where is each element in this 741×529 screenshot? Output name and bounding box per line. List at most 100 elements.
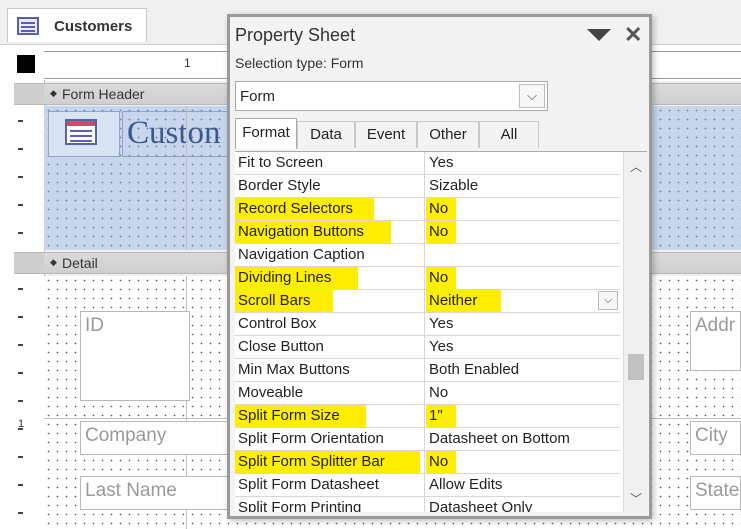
ruler-tick bbox=[18, 316, 23, 318]
property-row[interactable]: Split Form Size 1" bbox=[235, 405, 620, 428]
section-selector-detail[interactable] bbox=[14, 252, 44, 274]
property-row[interactable]: Close Button Yes bbox=[235, 336, 620, 359]
last-name-label[interactable]: Last Name bbox=[80, 476, 230, 510]
company-label[interactable]: Company bbox=[80, 421, 230, 455]
ruler-tick bbox=[18, 344, 23, 346]
property-value[interactable] bbox=[426, 244, 620, 266]
ruler-tick bbox=[18, 288, 23, 290]
property-row[interactable]: Border Style Sizable bbox=[235, 175, 620, 198]
property-name: Fit to Screen bbox=[235, 152, 425, 174]
property-row[interactable]: Dividing Lines No bbox=[235, 267, 620, 290]
property-name: Navigation Caption bbox=[235, 244, 425, 266]
tab-data[interactable]: Data bbox=[297, 121, 355, 148]
tab-other[interactable]: Other bbox=[417, 121, 479, 148]
property-row[interactable]: Moveable No bbox=[235, 382, 620, 405]
document-tab-label: Customers bbox=[54, 18, 133, 35]
property-name: Min Max Buttons bbox=[235, 359, 425, 381]
property-value[interactable]: Neither bbox=[426, 290, 620, 312]
document-tab-customers[interactable]: Customers bbox=[7, 8, 147, 42]
property-row[interactable]: Split Form Splitter Bar No bbox=[235, 451, 620, 474]
property-tabs: Format Data Event Other All bbox=[235, 118, 548, 149]
selection-combobox-value: Form bbox=[240, 88, 275, 105]
scroll-up-icon[interactable]: ︿ bbox=[630, 158, 642, 175]
property-name: Split Form Splitter Bar bbox=[235, 451, 425, 473]
section-arrow-icon: ◆ bbox=[50, 257, 57, 267]
property-value[interactable]: Allow Edits bbox=[426, 474, 620, 496]
property-sheet-pane: Property Sheet ✕ Selection type: Form Fo… bbox=[227, 14, 652, 519]
property-value[interactable]: No bbox=[426, 198, 620, 220]
ruler-tick bbox=[18, 148, 23, 150]
property-value[interactable]: Both Enabled bbox=[426, 359, 620, 381]
selection-combobox[interactable]: Form ⌵ bbox=[235, 81, 548, 111]
property-value[interactable]: No bbox=[426, 267, 620, 289]
property-row[interactable]: Navigation Caption bbox=[235, 244, 620, 267]
form-design-window: Customers 1 1 ◆ Form Header Custon ◆ Det… bbox=[0, 0, 741, 529]
property-value[interactable]: 1" bbox=[426, 405, 620, 427]
property-value[interactable]: Sizable bbox=[426, 175, 620, 197]
property-value[interactable]: Yes bbox=[426, 336, 620, 358]
property-sheet-title: Property Sheet bbox=[235, 25, 356, 45]
ruler-tick bbox=[18, 484, 23, 486]
property-value[interactable]: Datasheet on Bottom bbox=[426, 428, 620, 450]
property-name: Split Form Orientation bbox=[235, 428, 425, 450]
close-icon[interactable]: ✕ bbox=[624, 22, 642, 48]
property-value[interactable]: Yes bbox=[426, 152, 620, 174]
property-name: Moveable bbox=[235, 382, 425, 404]
address-label[interactable]: Addr bbox=[690, 311, 741, 371]
scrollbar-thumb[interactable] bbox=[628, 354, 644, 380]
property-row[interactable]: Record Selectors No bbox=[235, 198, 620, 221]
tab-event[interactable]: Event bbox=[355, 121, 417, 148]
section-arrow-icon: ◆ bbox=[50, 88, 57, 98]
detail-label: Detail bbox=[62, 255, 98, 271]
state-label[interactable]: State bbox=[690, 476, 741, 510]
city-label[interactable]: City bbox=[690, 421, 741, 455]
grid-line bbox=[186, 106, 187, 250]
ruler-tick bbox=[18, 204, 23, 206]
property-row[interactable]: Min Max Buttons Both Enabled bbox=[235, 359, 620, 382]
property-name: Control Box bbox=[235, 313, 425, 335]
property-value[interactable]: No bbox=[426, 451, 620, 473]
property-value[interactable]: Yes bbox=[426, 313, 620, 335]
header-logo-control[interactable] bbox=[48, 111, 120, 157]
ruler-tick bbox=[18, 372, 23, 374]
property-value[interactable]: No bbox=[426, 382, 620, 404]
form-header-label: Form Header bbox=[62, 86, 145, 102]
ruler-tick bbox=[18, 120, 23, 122]
form-icon bbox=[17, 17, 39, 35]
ruler-tick bbox=[18, 232, 23, 234]
property-row[interactable]: Control Box Yes bbox=[235, 313, 620, 336]
form-icon bbox=[65, 119, 97, 145]
ruler-number: 1 bbox=[184, 56, 191, 70]
ruler-tick bbox=[18, 456, 23, 458]
tab-format[interactable]: Format bbox=[235, 118, 297, 149]
property-name: Dividing Lines bbox=[235, 267, 425, 289]
property-name: Border Style bbox=[235, 175, 425, 197]
property-name: Navigation Buttons bbox=[235, 221, 425, 243]
ruler-tick bbox=[18, 400, 23, 402]
property-row[interactable]: Split Form Datasheet Allow Edits bbox=[235, 474, 620, 497]
ruler-tick bbox=[18, 512, 23, 514]
property-value[interactable]: No bbox=[426, 221, 620, 243]
property-value[interactable]: Datasheet Only bbox=[426, 497, 620, 512]
chevron-down-icon[interactable]: ⌵ bbox=[519, 84, 545, 108]
pane-menu-icon[interactable] bbox=[587, 29, 611, 41]
property-row[interactable]: Split Form Orientation Datasheet on Botto… bbox=[235, 428, 620, 451]
ruler-tick bbox=[18, 428, 23, 430]
property-row[interactable]: Navigation Buttons No bbox=[235, 221, 620, 244]
tab-all[interactable]: All bbox=[479, 121, 539, 148]
selection-type-label: Selection type: Form bbox=[235, 55, 364, 71]
vertical-ruler[interactable]: 1 bbox=[0, 80, 45, 529]
property-name: Split Form Size bbox=[235, 405, 425, 427]
scroll-down-icon[interactable]: ﹀ bbox=[630, 490, 642, 507]
property-row[interactable]: Fit to Screen Yes bbox=[235, 152, 620, 175]
property-name: Close Button bbox=[235, 336, 425, 358]
property-row[interactable]: Scroll Bars Neither ⌵ bbox=[235, 290, 620, 313]
header-title: Custon bbox=[127, 115, 221, 151]
property-grid-scrollbar[interactable]: ︿ ﹀ bbox=[623, 152, 647, 512]
id-label[interactable]: ID bbox=[80, 311, 190, 401]
section-selector-header[interactable] bbox=[14, 83, 44, 105]
form-selector[interactable] bbox=[17, 55, 35, 73]
property-row[interactable]: Split Form Printing Datasheet Only bbox=[235, 497, 620, 512]
chevron-down-icon[interactable]: ⌵ bbox=[598, 291, 618, 310]
ruler-tick bbox=[18, 176, 23, 178]
